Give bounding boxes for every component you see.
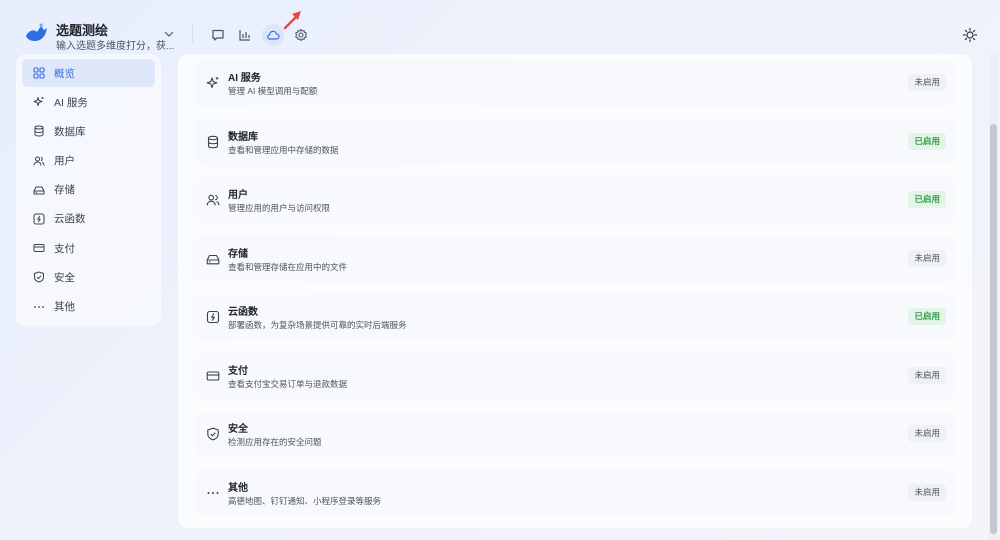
- storage-icon: [205, 251, 221, 267]
- sidebar: 概览 AI 服务 数据库 用户 存储 云函数 支付 安全 其他: [16, 54, 161, 326]
- service-row-payment[interactable]: 支付 查看支付宝交易订单与退款数据 未启用: [194, 352, 956, 399]
- chat-icon[interactable]: [207, 24, 229, 46]
- storage-icon: [32, 183, 45, 196]
- service-description: 查看支付宝交易订单与退款数据: [228, 378, 348, 389]
- sidebar-item-label: 用户: [54, 155, 75, 168]
- sidebar-item-label: 存储: [54, 184, 75, 197]
- service-description: 部署函数，为复杂场景提供可靠的实时后端服务: [228, 320, 407, 330]
- header: 选题测绘 输入选题多维度打分，获...: [0, 0, 1000, 56]
- sidebar-item-cloud-function[interactable]: 云函数: [22, 205, 155, 233]
- service-name: 支付: [228, 365, 248, 377]
- chevron-down-icon[interactable]: [162, 27, 176, 41]
- grid-icon: [32, 67, 45, 80]
- database-icon: [32, 125, 45, 138]
- sidebar-item-label: AI 服务: [54, 96, 88, 109]
- more-icon: [32, 300, 45, 313]
- sidebar-item-label: 数据库: [54, 125, 86, 138]
- service-description: 管理应用的用户与访问权限: [228, 203, 331, 213]
- status-badge: 已启用: [908, 308, 946, 325]
- sparkle-icon: [32, 96, 45, 109]
- sidebar-item-database[interactable]: 数据库: [22, 117, 155, 145]
- service-description: 查看和管理应用中存储的数据: [228, 144, 339, 155]
- sparkle-icon: [205, 75, 221, 91]
- service-row-cloud-function[interactable]: 云函数 部署函数，为复杂场景提供可靠的实时后端服务 已启用: [194, 294, 956, 340]
- service-name: 其他: [228, 482, 248, 494]
- service-row-database[interactable]: 数据库 查看和管理应用中存储的数据 已启用: [194, 118, 956, 165]
- more-icon: [205, 485, 221, 501]
- sidebar-item-label: 支付: [54, 242, 75, 255]
- cloud-icon[interactable]: [262, 24, 284, 46]
- sidebar-item-ai-service[interactable]: AI 服务: [22, 88, 155, 116]
- sidebar-item-label: 云函数: [54, 213, 86, 226]
- sidebar-item-label: 概览: [54, 67, 75, 80]
- service-name: 云函数: [228, 307, 258, 318]
- services-panel: AI 服务 管理 AI 模型调用与配额 未启用 数据库 查看和管理应用中存储的数…: [178, 54, 972, 528]
- service-description: 管理 AI 模型调用与配额: [228, 86, 318, 96]
- shield-icon: [32, 271, 45, 284]
- sidebar-item-storage[interactable]: 存储: [22, 176, 155, 204]
- status-badge: 已启用: [908, 191, 946, 208]
- service-description: 高德地图、钉钉通知、小程序登录等服务: [228, 495, 382, 506]
- header-divider: [192, 25, 193, 43]
- sidebar-item-other[interactable]: 其他: [22, 293, 155, 321]
- app-logo-icon: [26, 23, 47, 41]
- service-row-security[interactable]: 安全 检测应用存在的安全问题 未启用: [194, 411, 956, 457]
- card-icon: [205, 368, 221, 384]
- card-icon: [32, 242, 45, 255]
- sidebar-item-label: 安全: [54, 271, 75, 284]
- sun-icon[interactable]: [962, 27, 978, 43]
- status-badge: 未启用: [908, 483, 946, 501]
- service-name: 安全: [228, 424, 248, 435]
- database-icon: [205, 134, 221, 150]
- service-row-storage[interactable]: 存储 查看和管理存储在应用中的文件 未启用: [194, 235, 956, 282]
- service-row-ai[interactable]: AI 服务 管理 AI 模型调用与配额 未启用: [194, 60, 956, 106]
- scrollbar-thumb[interactable]: [990, 124, 997, 534]
- sidebar-item-users[interactable]: 用户: [22, 147, 155, 175]
- pointer-arrow-icon: [283, 11, 301, 30]
- status-badge: 未启用: [908, 425, 946, 442]
- service-name: 存储: [228, 248, 248, 260]
- service-name: 用户: [228, 190, 248, 201]
- shield-icon: [205, 426, 221, 442]
- status-badge: 已启用: [908, 132, 946, 150]
- bar-chart-icon[interactable]: [234, 24, 256, 46]
- status-badge: 未启用: [908, 74, 946, 91]
- app-description: 输入选题多维度打分，获...: [56, 41, 175, 52]
- function-icon: [205, 309, 221, 325]
- service-row-other[interactable]: 其他 高德地图、钉钉通知、小程序登录等服务 未启用: [194, 469, 956, 516]
- sidebar-item-security[interactable]: 安全: [22, 263, 155, 291]
- service-name: 数据库: [228, 131, 258, 143]
- service-name: AI 服务: [228, 73, 261, 84]
- sidebar-item-label: 其他: [54, 301, 75, 313]
- service-description: 查看和管理存储在应用中的文件: [228, 261, 348, 272]
- function-icon: [32, 212, 45, 225]
- service-description: 检测应用存在的安全问题: [228, 437, 322, 447]
- status-badge: 未启用: [908, 366, 946, 384]
- service-row-users[interactable]: 用户 管理应用的用户与访问权限 已启用: [194, 177, 956, 223]
- status-badge: 未启用: [908, 249, 946, 267]
- sidebar-item-payment[interactable]: 支付: [22, 234, 155, 262]
- users-icon: [205, 192, 221, 208]
- sidebar-item-overview[interactable]: 概览: [22, 59, 155, 87]
- users-icon: [32, 154, 45, 167]
